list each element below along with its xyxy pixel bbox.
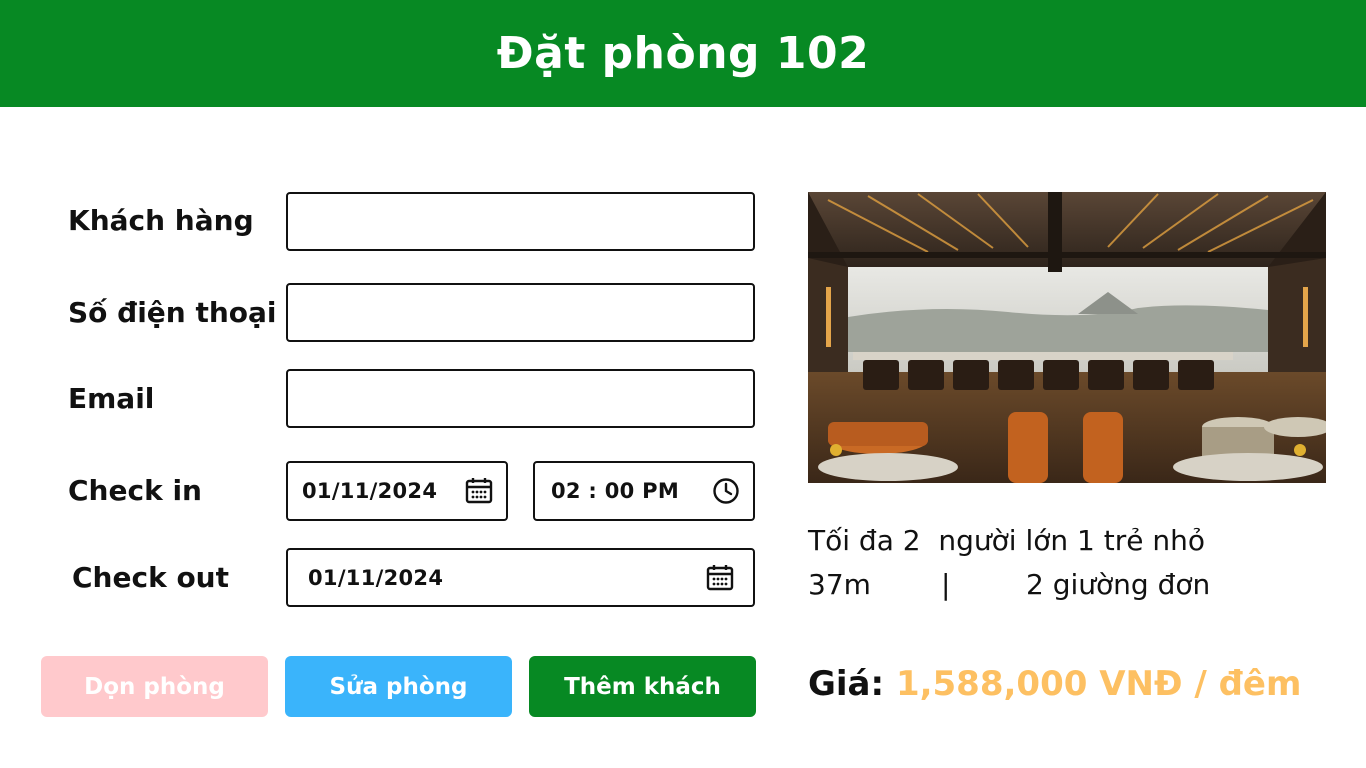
clock-icon[interactable] (711, 476, 741, 506)
customer-input[interactable] (288, 194, 753, 249)
email-input[interactable] (288, 371, 753, 426)
phone-input[interactable] (288, 285, 753, 340)
page-header: Đặt phòng 102 (0, 0, 1366, 107)
checkin-label: Check in (68, 474, 202, 507)
room-price: Giá: 1,588,000 VNĐ / đêm (808, 664, 1301, 704)
phone-field[interactable] (286, 283, 755, 342)
price-value: 1,588,000 VNĐ / đêm (895, 664, 1302, 704)
customer-label: Khách hàng (68, 204, 254, 237)
room-capacity: Tối đa 2 người lớn 1 trẻ nhỏ (808, 524, 1205, 557)
checkout-label: Check out (72, 561, 229, 594)
customer-field[interactable] (286, 192, 755, 251)
email-label: Email (68, 382, 155, 415)
phone-label: Số điện thoại (68, 296, 277, 329)
checkin-time-picker[interactable]: 02 : 00 PM (533, 461, 755, 521)
checkout-date-value: 01/11/2024 (308, 565, 444, 590)
clean-room-button[interactable]: Dọn phòng (41, 656, 268, 717)
email-field[interactable] (286, 369, 755, 428)
room-photo (808, 192, 1326, 483)
page-title: Đặt phòng 102 (496, 28, 870, 79)
room-separator: | (941, 568, 951, 601)
room-beds: 2 giường đơn (1026, 568, 1211, 601)
edit-room-button[interactable]: Sửa phòng (285, 656, 512, 717)
checkin-date-picker[interactable]: 01/11/2024 (286, 461, 508, 521)
calendar-icon[interactable] (464, 476, 494, 506)
checkin-time-value: 02 : 00 PM (551, 479, 680, 503)
add-guest-button[interactable]: Thêm khách (529, 656, 756, 717)
room-size: 37m (808, 568, 871, 601)
calendar-icon[interactable] (705, 563, 735, 593)
checkout-date-picker[interactable]: 01/11/2024 (286, 548, 755, 607)
price-label: Giá: (808, 664, 885, 704)
checkin-date-value: 01/11/2024 (302, 479, 438, 503)
